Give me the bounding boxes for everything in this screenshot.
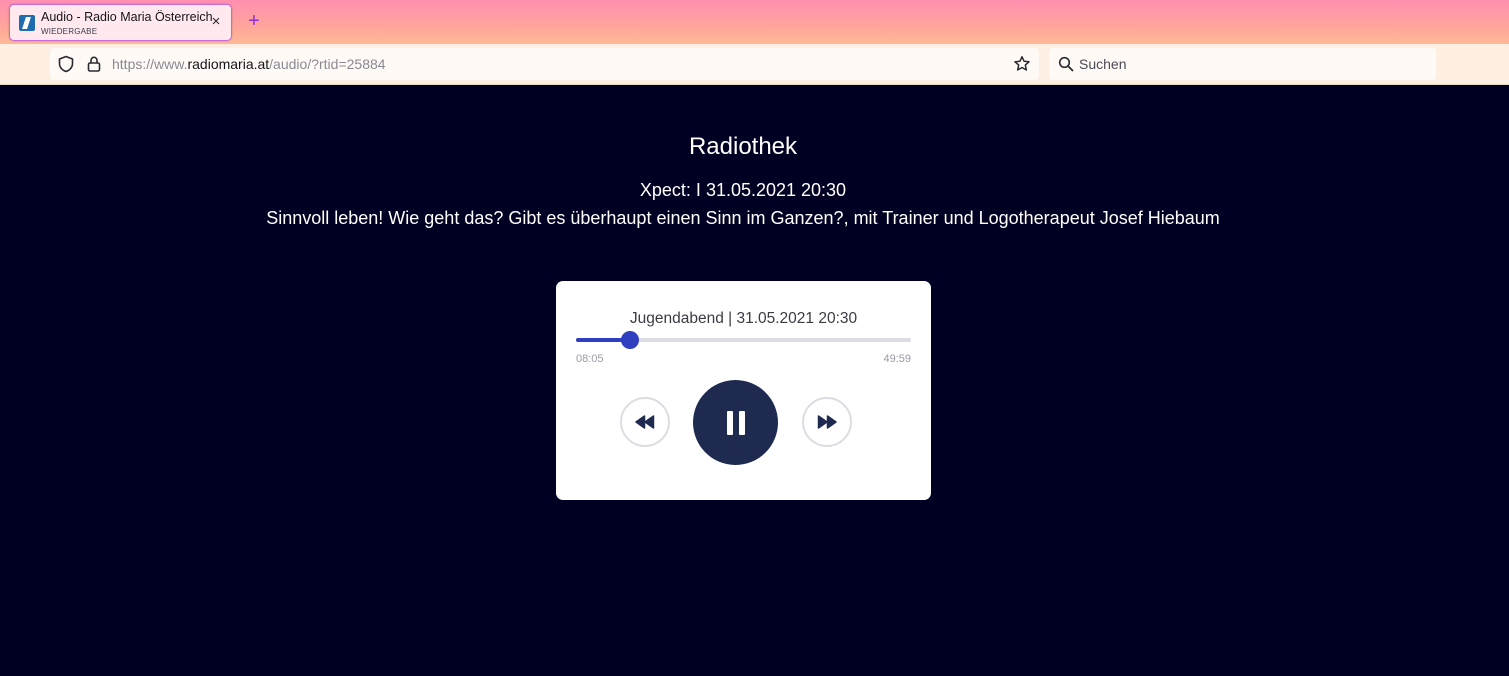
tab-playing-label: WIEDERGABE xyxy=(41,27,98,36)
shield-icon[interactable] xyxy=(57,55,75,73)
pause-button[interactable] xyxy=(693,380,778,465)
fast-forward-icon xyxy=(817,415,837,429)
star-icon[interactable] xyxy=(1013,55,1031,73)
track-title: Jugendabend | 31.05.2021 20:30 xyxy=(629,310,858,327)
rewind-icon xyxy=(635,415,655,429)
total-time: 49:59 xyxy=(883,353,911,365)
seek-bar[interactable] xyxy=(576,331,911,349)
nav-bar: https://www.radiomaria.at/audio/?rtid=25… xyxy=(0,44,1509,85)
elapsed-time: 08:05 xyxy=(576,353,604,365)
audio-player: Jugendabend | 31.05.2021 20:30 08:05 49:… xyxy=(556,281,931,500)
url-text[interactable]: https://www.radiomaria.at/audio/?rtid=25… xyxy=(112,56,386,72)
search-icon xyxy=(1058,56,1074,72)
pause-icon xyxy=(726,410,745,435)
fast-forward-button[interactable] xyxy=(802,397,852,447)
new-tab-button[interactable]: + xyxy=(244,11,264,31)
close-tab-icon[interactable]: × xyxy=(207,13,225,31)
page-title: Radiothek xyxy=(688,133,798,160)
seek-handle[interactable] xyxy=(621,331,640,349)
show-info: Xpect: I 31.05.2021 20:30 xyxy=(639,180,847,200)
show-description: Sinnvoll leben! Wie geht das? Gibt es üb… xyxy=(266,208,1220,228)
url-path: /audio/?rtid=25884 xyxy=(269,56,386,72)
tab-bar: Audio - Radio Maria Österreich WIEDERGAB… xyxy=(0,0,1509,44)
url-host: radiomaria.at xyxy=(187,56,270,72)
search-bar[interactable] xyxy=(1049,48,1436,80)
url-prefix: https://www. xyxy=(112,56,188,72)
tab-title: Audio - Radio Maria Österreich xyxy=(41,10,213,24)
browser-tab[interactable]: Audio - Radio Maria Österreich WIEDERGAB… xyxy=(9,4,232,41)
favicon-radio-maria-icon xyxy=(19,15,35,31)
address-bar[interactable]: https://www.radiomaria.at/audio/?rtid=25… xyxy=(50,48,1039,80)
rewind-button[interactable] xyxy=(620,397,670,447)
search-input[interactable] xyxy=(1079,54,1419,74)
lock-icon[interactable] xyxy=(85,55,103,73)
